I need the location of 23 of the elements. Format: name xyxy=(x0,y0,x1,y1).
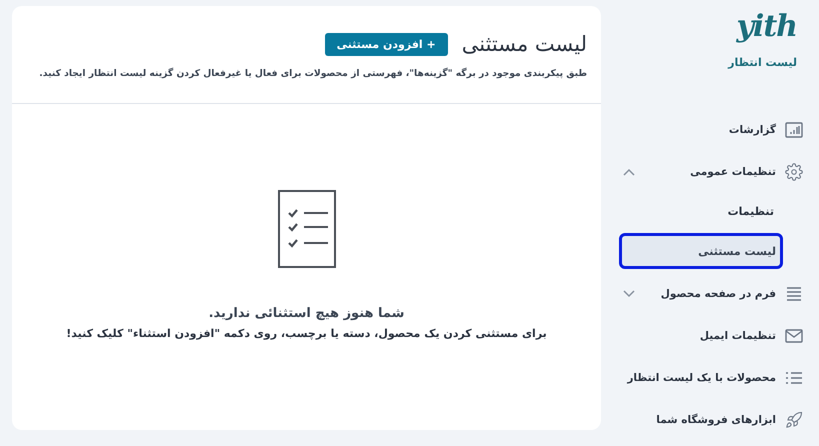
logo-wordmark: yith xyxy=(736,8,797,46)
nav-item[interactable]: تنظیمات عمومی xyxy=(611,151,819,193)
envelope-icon xyxy=(785,327,803,345)
chevron-up-icon[interactable] xyxy=(623,168,635,176)
nav-item[interactable]: گزارشات xyxy=(611,109,819,151)
chevron-down-icon[interactable] xyxy=(623,290,635,298)
rocket-icon xyxy=(785,411,803,429)
bar-chart-icon xyxy=(785,121,803,139)
nav-item[interactable]: فرم در صفحه محصول xyxy=(611,273,819,315)
nav-item[interactable]: تنظیمات ایمیل xyxy=(611,315,819,357)
nav-item[interactable]: ابزارهای فروشگاه شما xyxy=(611,399,819,441)
add-exclusion-button[interactable]: + افزودن مستثنی xyxy=(324,32,448,56)
page-title: لیست مستثنی xyxy=(462,32,587,56)
checklist-icon xyxy=(278,190,336,268)
settings-icon xyxy=(785,163,803,181)
nav-subitem[interactable]: لیست مستثنی xyxy=(619,233,783,269)
nav-item[interactable]: محصولات با یک لیست انتظار xyxy=(611,357,819,399)
plugin-subtitle: لیست انتظار xyxy=(728,56,797,69)
nav-subitem[interactable]: تنظیمات xyxy=(619,193,783,229)
stacked-lines-icon xyxy=(785,285,803,303)
empty-state-text: برای مستثنی کردن یک محصول، دسته یا برچسب، روی دکمه "افزودن استثناء" کلیک کنید! xyxy=(66,327,547,340)
empty-state-title: شما هنوز هیچ استثنائی ندارید. xyxy=(208,306,404,321)
page-description: طبق پیکربندی موجود در برگه "گزینه‌ها"، فهرستی از محصولات برای فعال یا غیرفعال کردن گزینه لیست انتظار ایجاد کنید. xyxy=(38,68,587,79)
